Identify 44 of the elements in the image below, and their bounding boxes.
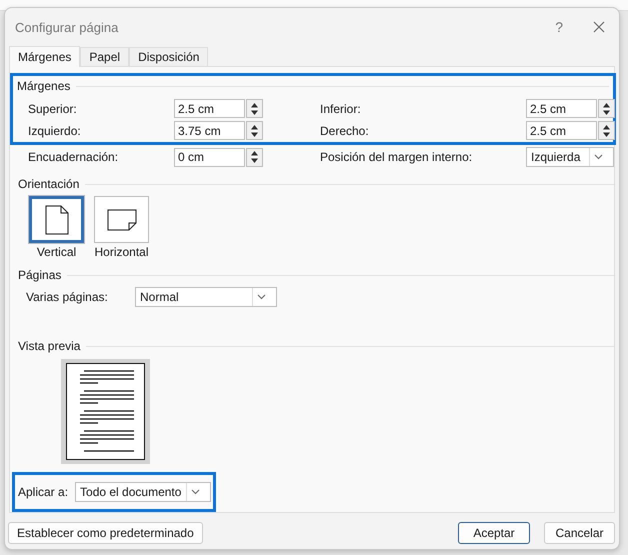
chevron-icon [257,294,266,300]
spin-button[interactable] [246,99,263,118]
spin-field[interactable]: 3.75 cm [174,121,245,140]
tab[interactable]: Márgenes [9,46,80,67]
spin-arrows-icon [602,102,611,116]
spin-field[interactable]: 2.5 cm [174,99,245,118]
dropdown[interactable]: Izquierda [526,147,614,167]
group-title: Orientación [18,177,80,191]
window-title: Configurar página [15,20,120,34]
field-label: Superior: [28,102,78,116]
chevron-icon [594,154,603,160]
dropdown[interactable]: Normal [135,287,277,307]
dialog-button[interactable]: Establecer como predeterminado [8,522,203,544]
spin-arrows-icon [250,102,259,116]
landscape-page-icon [106,208,136,230]
field-label: Izquierdo: [28,124,82,138]
spin-field[interactable]: 2.5 cm [526,121,597,140]
help-button[interactable]: ? [555,19,563,35]
dropdown[interactable]: Todo el documento [75,482,212,502]
spin-field[interactable]: 0 cm [174,148,245,166]
field-label: Aplicar a: [18,485,68,499]
spin-button[interactable] [246,148,263,166]
field-label: Varias páginas: [26,290,109,304]
chevron-icon [191,489,200,495]
ok-button[interactable]: Aceptar [458,522,530,544]
spin-button[interactable] [598,121,615,140]
field-label: Posición del margen interno: [320,150,474,164]
field-label: Derecho: [320,124,370,138]
spin-arrows-icon [250,124,259,138]
group-title: Páginas [18,268,62,282]
field-label: Encuadernación: [28,150,120,164]
field-label: Inferior: [320,102,362,116]
spin-button[interactable] [598,99,615,118]
group-title: Márgenes [17,79,70,93]
portrait-page-icon [44,204,68,234]
dialog-button[interactable]: Cancelar [544,522,615,544]
spin-arrows-icon [250,150,259,164]
tab[interactable]: Papel [80,47,130,66]
close-icon[interactable] [593,21,605,33]
spin-button[interactable] [246,121,263,140]
spin-arrows-icon [602,124,611,138]
tab[interactable]: Disposición [129,47,208,66]
group-title: Vista previa [18,339,80,353]
spin-field[interactable]: 2.5 cm [526,99,597,118]
